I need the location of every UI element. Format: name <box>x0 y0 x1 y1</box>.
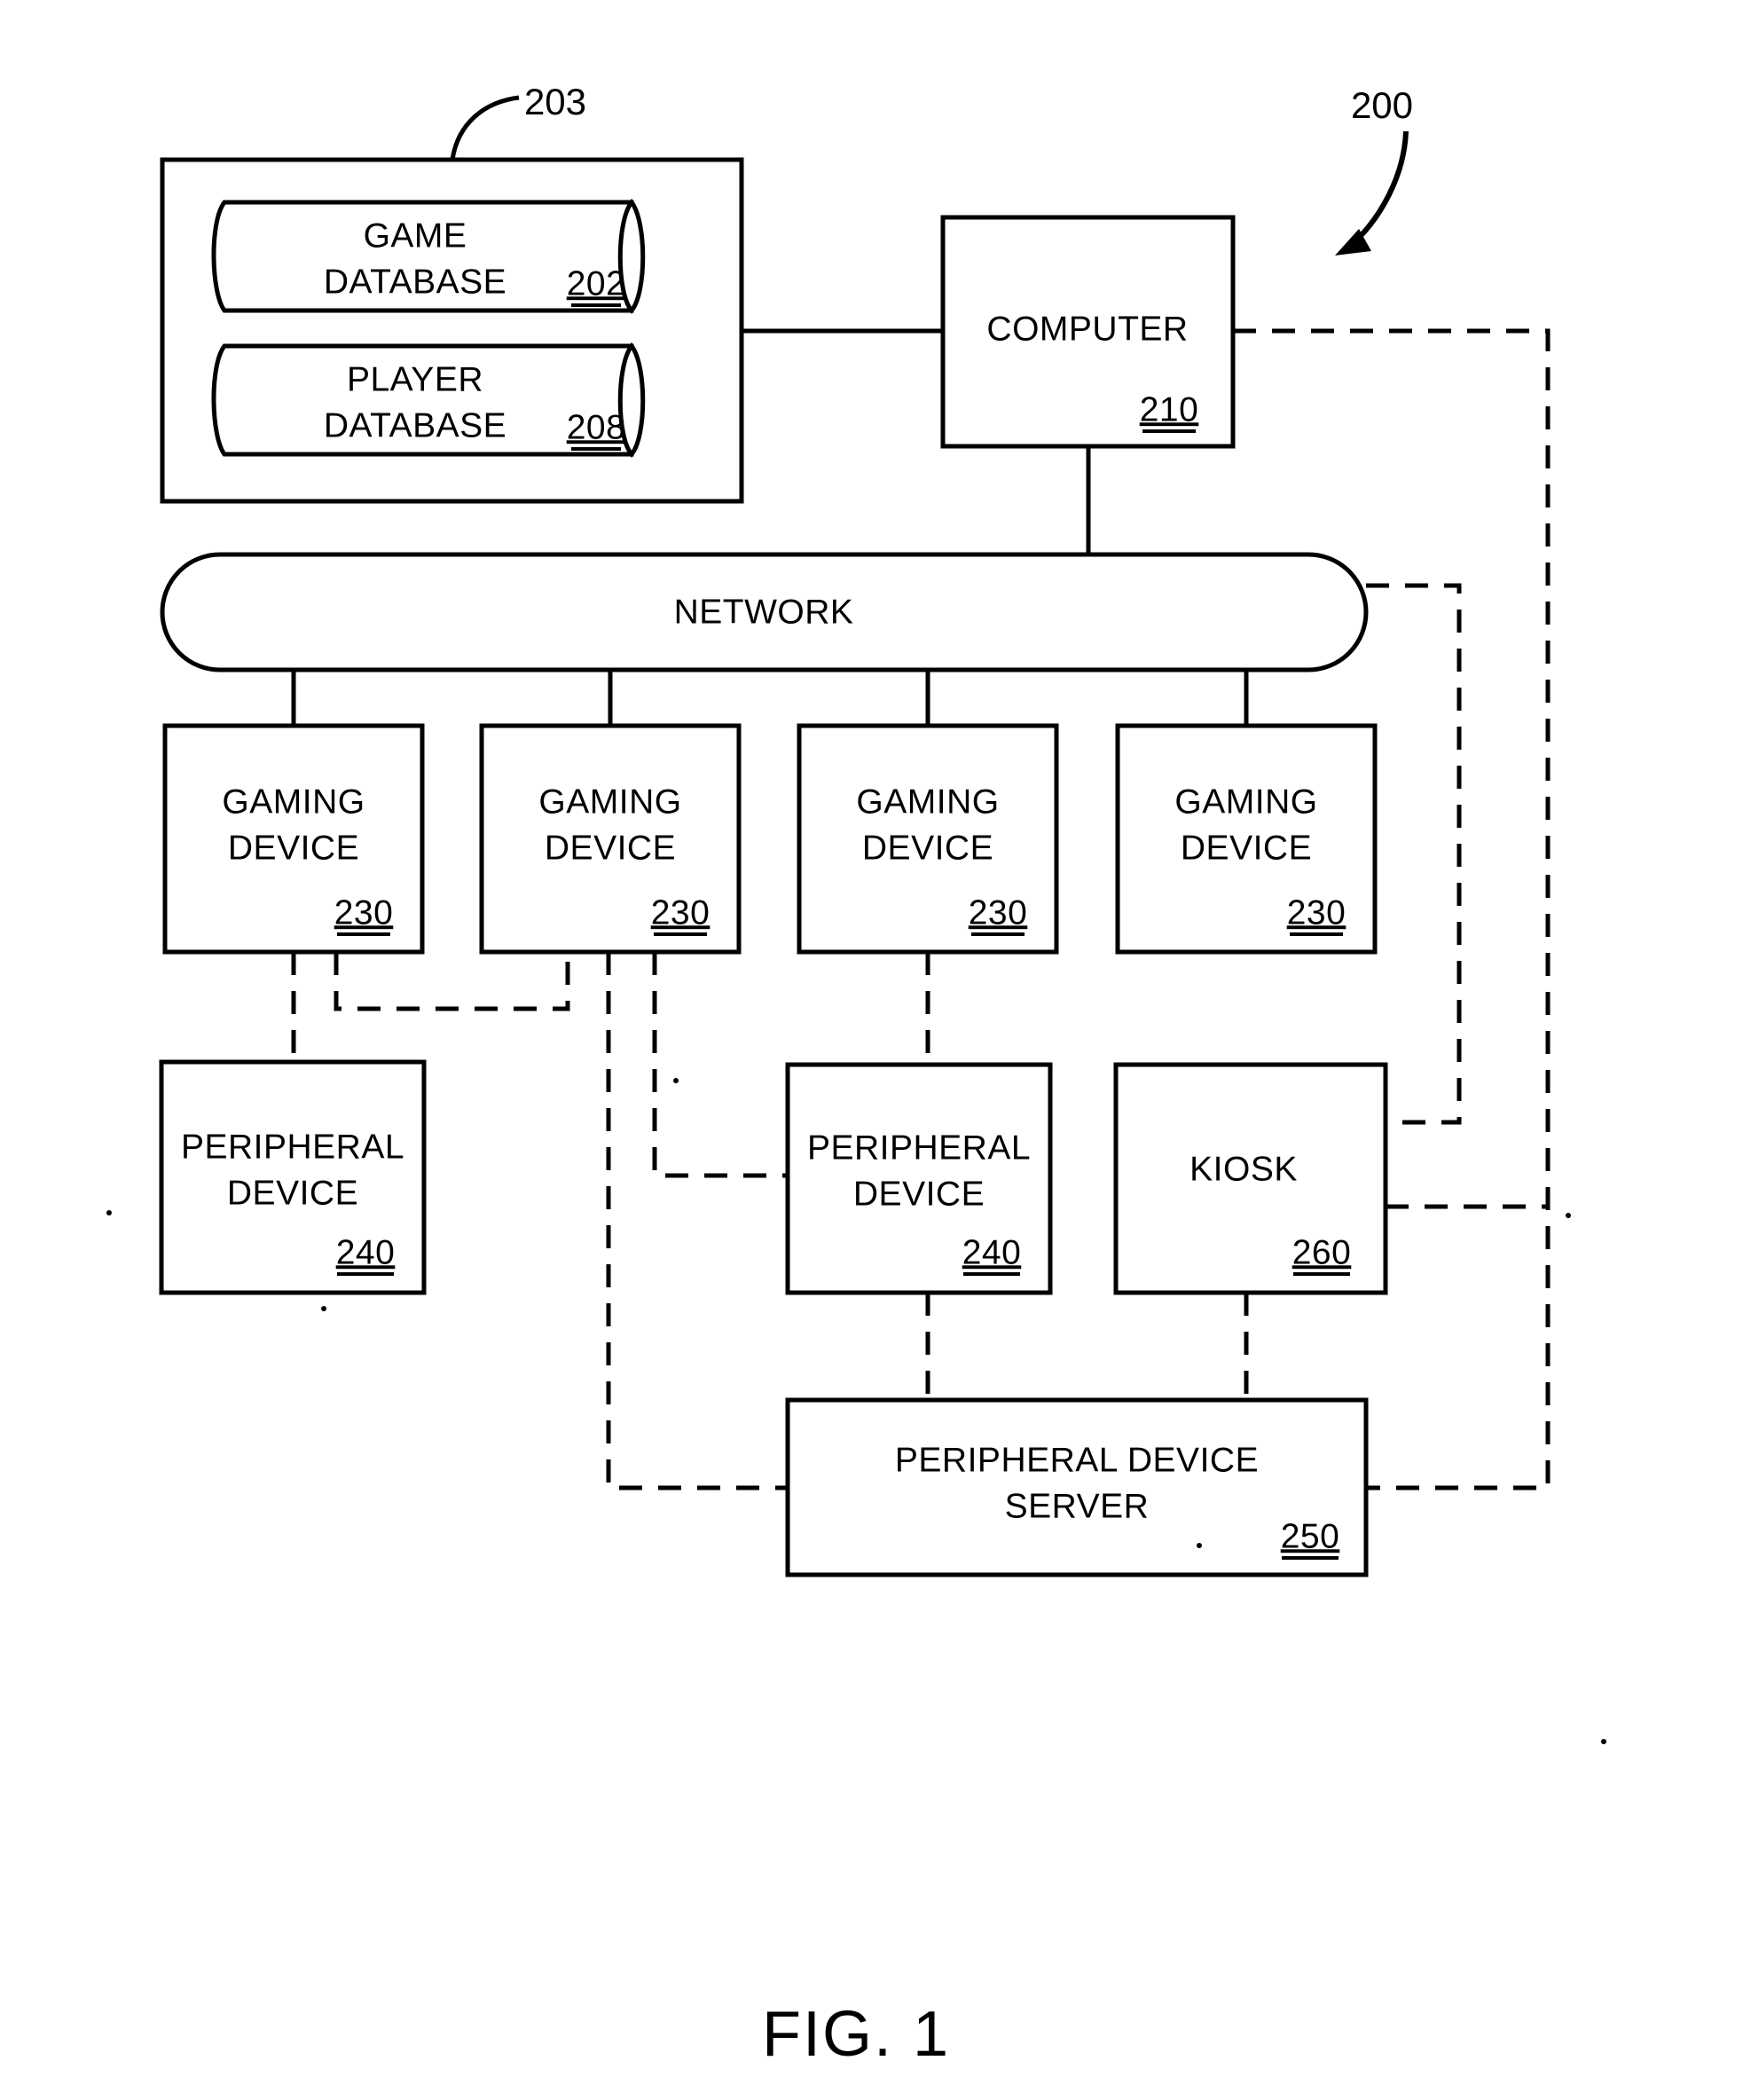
figure-canvas: 203 200 GAME DATABASE 202 PLAYER DATABAS… <box>106 81 1606 2070</box>
gaming-device-2-line2: DEVICE <box>545 829 676 867</box>
computer-label: COMPUTER <box>986 310 1188 348</box>
player-database-node: PLAYER DATABASE 208 <box>211 342 646 458</box>
peripheral-device-server-line1: PERIPHERAL DEVICE <box>895 1441 1259 1479</box>
peripheral-device-1-line2: DEVICE <box>227 1174 358 1212</box>
game-database-node: GAME DATABASE 202 <box>211 198 646 314</box>
gaming-device-2-line1: GAMING <box>538 783 681 821</box>
network-label: NETWORK <box>674 593 854 631</box>
speck-e <box>1197 1543 1202 1548</box>
gaming-device-4-node: GAMING DEVICE 230 <box>1115 723 1378 955</box>
gaming-device-1-line2: DEVICE <box>228 829 359 867</box>
gaming-device-3-node: GAMING DEVICE 230 <box>797 723 1059 955</box>
gaming-device-3-line2: DEVICE <box>862 829 993 867</box>
link-gaming-device-1-to-gaming-device-2 <box>334 952 570 1011</box>
peripheral-device-2-line2: DEVICE <box>853 1175 985 1213</box>
computer-node: COMPUTER 210 <box>940 215 1236 449</box>
peripheral-device-2-node: PERIPHERAL DEVICE 240 <box>785 1062 1053 1295</box>
callout-200-group: 200 <box>1335 84 1413 256</box>
peripheral-device-1-ref: 240 <box>336 1233 396 1271</box>
patent-figure-page: 203 200 GAME DATABASE 202 PLAYER DATABAS… <box>0 0 1743 2100</box>
speck-c <box>673 1078 679 1083</box>
peripheral-device-server-ref: 250 <box>1281 1517 1340 1555</box>
gaming-device-3-line1: GAMING <box>856 783 999 821</box>
callout-203-label: 203 <box>524 81 586 122</box>
computer-ref: 210 <box>1140 390 1199 429</box>
callout-200-label: 200 <box>1351 84 1413 126</box>
kiosk-label: KIOSK <box>1189 1150 1298 1188</box>
player-database-ref: 208 <box>567 408 626 446</box>
gaming-device-4-line2: DEVICE <box>1181 829 1312 867</box>
speck-a <box>106 1210 112 1215</box>
peripheral-device-1-node: PERIPHERAL DEVICE 240 <box>159 1059 427 1295</box>
player-database-line2: DATABASE <box>324 406 506 444</box>
game-database-line1: GAME <box>364 216 467 255</box>
peripheral-device-2-ref: 240 <box>962 1233 1022 1271</box>
gaming-device-2-ref: 230 <box>651 893 711 932</box>
player-database-line1: PLAYER <box>347 360 483 398</box>
peripheral-device-2-line1: PERIPHERAL <box>807 1129 1031 1167</box>
gaming-device-4-ref: 230 <box>1287 893 1347 932</box>
link-gaming-device-2-to-peripheral-device-server <box>606 952 788 1490</box>
kiosk-ref: 260 <box>1292 1233 1352 1271</box>
link-network-to-kiosk <box>1366 583 1462 1125</box>
gaming-device-4-line1: GAMING <box>1174 783 1317 821</box>
kiosk-node: KIOSK 260 <box>1113 1062 1388 1295</box>
peripheral-device-1-line1: PERIPHERAL <box>181 1128 404 1166</box>
peripheral-device-server-line2: SERVER <box>1005 1487 1150 1525</box>
speck-f <box>1601 1739 1606 1744</box>
gaming-device-3-ref: 230 <box>969 893 1028 932</box>
network-node: NETWORK <box>160 552 1369 672</box>
gaming-device-1-ref: 230 <box>334 893 394 932</box>
peripheral-device-server-node: PERIPHERAL DEVICE SERVER 250 <box>785 1397 1369 1577</box>
callout-200-leader <box>1354 130 1409 242</box>
callout-203-group: 203 <box>450 81 586 161</box>
game-database-line2: DATABASE <box>324 263 506 301</box>
gaming-device-1-node: GAMING DEVICE 230 <box>162 723 425 955</box>
gaming-device-1-line1: GAMING <box>222 783 365 821</box>
gaming-device-2-node: GAMING DEVICE 230 <box>479 723 742 955</box>
speck-b <box>321 1306 326 1311</box>
link-gaming-device-2-to-peripheral-device-2 <box>652 952 788 1178</box>
game-database-ref: 202 <box>567 264 626 303</box>
callout-203-leader <box>450 95 520 161</box>
figure-caption: FIG. 1 <box>762 1999 950 2070</box>
speck-d <box>1566 1213 1571 1218</box>
